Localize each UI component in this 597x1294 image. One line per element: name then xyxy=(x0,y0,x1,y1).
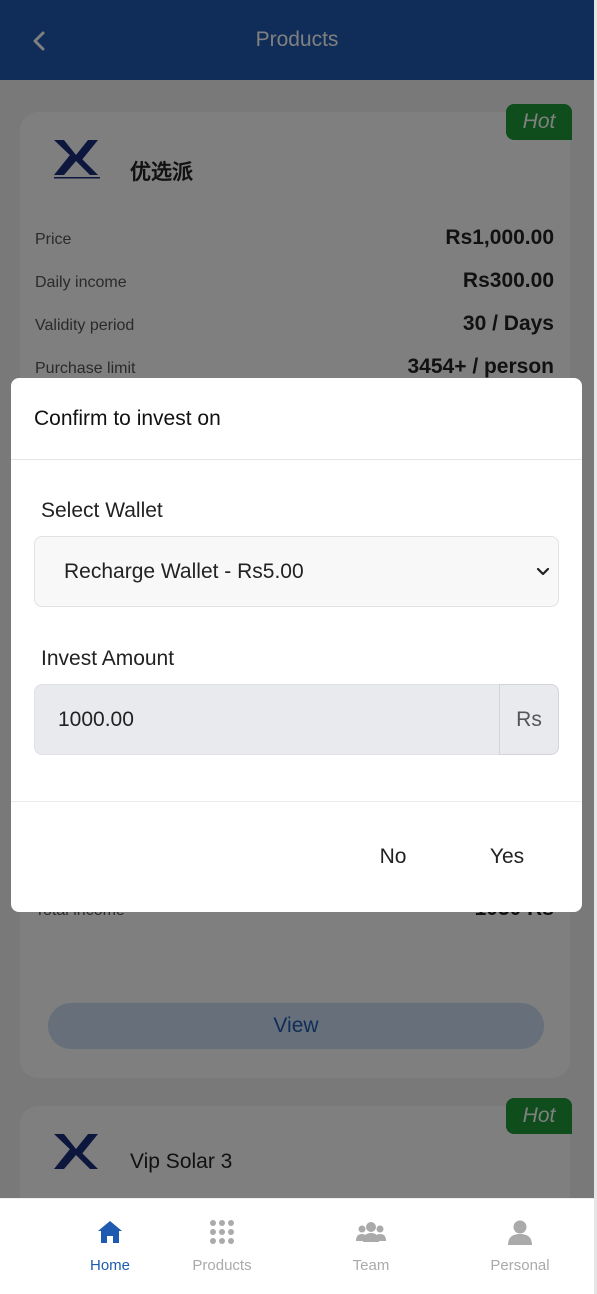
yes-button[interactable]: Yes xyxy=(476,835,538,879)
confirm-invest-modal: Confirm to invest on Select Wallet Recha… xyxy=(11,378,582,912)
nav-home-label: Home xyxy=(89,1257,130,1274)
nav-team[interactable]: Team xyxy=(316,1199,426,1291)
nav-team-label: Team xyxy=(352,1257,390,1274)
modal-title: Confirm to invest on xyxy=(34,406,221,430)
chevron-down-icon xyxy=(532,561,554,583)
person-icon xyxy=(505,1217,535,1247)
wallet-select[interactable]: Recharge Wallet - Rs5.00 xyxy=(34,536,559,607)
wallet-label: Select Wallet xyxy=(41,499,163,522)
amount-input[interactable] xyxy=(34,684,500,755)
nav-products-label: Products xyxy=(192,1257,252,1274)
wallet-selected-value: Recharge Wallet - Rs5.00 xyxy=(64,559,304,583)
team-icon xyxy=(356,1217,386,1247)
nav-personal[interactable]: Personal xyxy=(465,1199,575,1291)
home-icon xyxy=(95,1217,125,1247)
nav-products[interactable]: Products xyxy=(167,1199,277,1291)
modal-header: Confirm to invest on xyxy=(11,378,582,460)
grid-icon xyxy=(207,1217,237,1247)
nav-home[interactable]: Home xyxy=(55,1199,165,1291)
amount-label: Invest Amount xyxy=(41,647,175,670)
no-button[interactable]: No xyxy=(362,835,424,879)
modal-footer: No Yes xyxy=(11,801,582,912)
currency-addon: Rs xyxy=(499,684,559,755)
bottom-nav: Home Products Team Personal xyxy=(0,1198,594,1294)
nav-personal-label: Personal xyxy=(490,1257,550,1274)
